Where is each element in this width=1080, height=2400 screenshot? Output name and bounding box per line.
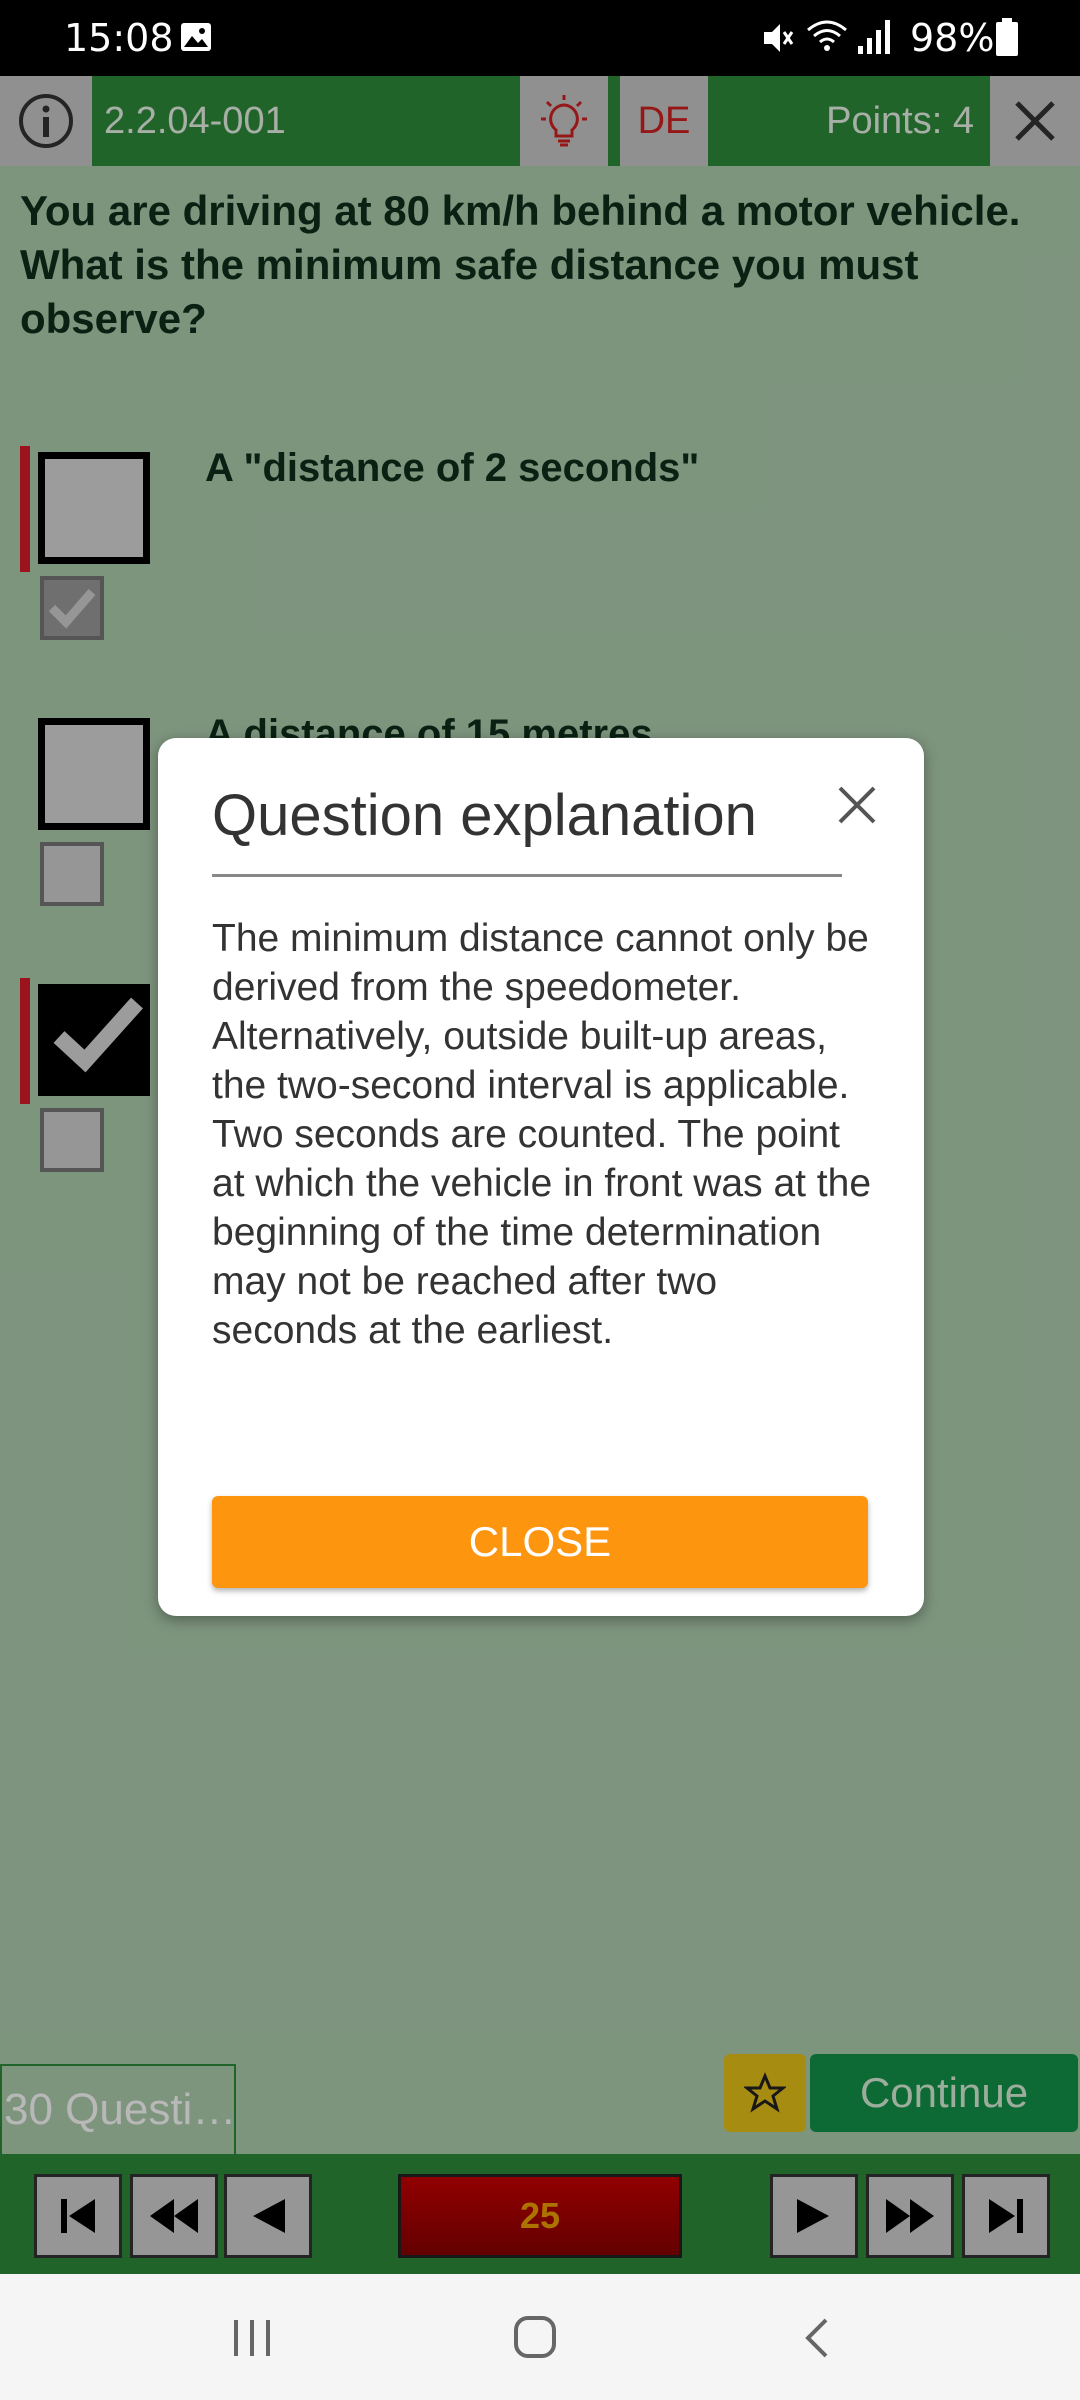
wifi-icon [807, 20, 847, 51]
dialog-title: Question explanation [212, 783, 757, 848]
battery-level: 98% [910, 16, 995, 60]
system-navigation-bar [0, 2274, 1080, 2400]
status-bar: 15:08 98% [0, 0, 1080, 76]
explanation-dialog: Question explanation The minimum distanc… [158, 738, 924, 1616]
dialog-body: The minimum distance cannot only be deri… [212, 917, 872, 1352]
gallery-icon [181, 23, 211, 51]
dialog-divider [212, 874, 842, 877]
recent-apps-icon[interactable] [230, 2318, 276, 2358]
mute-icon [764, 24, 794, 52]
close-button[interactable]: CLOSE [212, 1496, 868, 1588]
home-icon[interactable] [512, 2314, 558, 2360]
status-time: 15:08 [64, 16, 174, 60]
back-icon[interactable] [800, 2316, 832, 2360]
close-icon[interactable] [834, 782, 880, 828]
battery-icon [996, 18, 1018, 56]
signal-icon [858, 20, 890, 54]
